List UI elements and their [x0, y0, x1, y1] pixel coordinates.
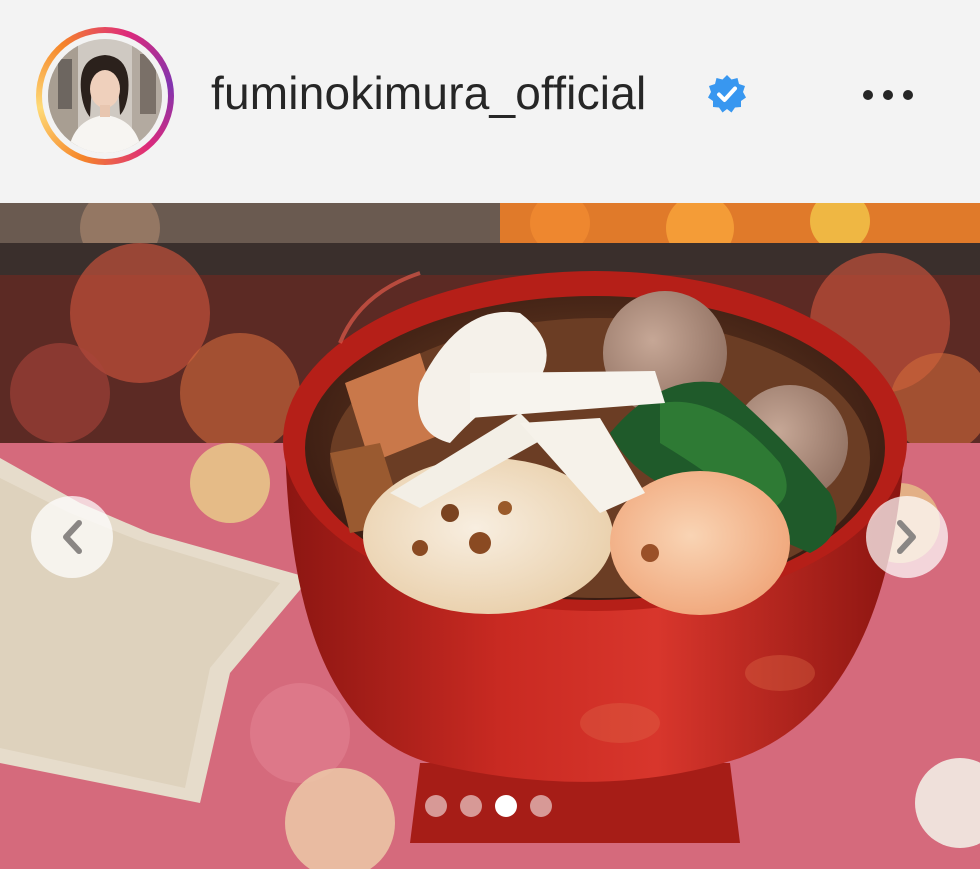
carousel-dot	[425, 795, 447, 817]
carousel-dot	[530, 795, 552, 817]
post-image[interactable]	[0, 203, 980, 869]
post-header: fuminokimura_official	[0, 0, 980, 203]
avatar[interactable]	[48, 39, 162, 153]
chevron-right-icon	[897, 520, 916, 554]
more-options-icon[interactable]	[858, 80, 918, 110]
carousel-dot	[460, 795, 482, 817]
carousel-indicator	[425, 795, 552, 817]
carousel-prev-button[interactable]	[31, 496, 113, 578]
carousel-dot-active	[495, 795, 517, 817]
verified-badge-icon	[706, 73, 748, 115]
chevron-left-icon	[63, 520, 82, 554]
story-ring[interactable]	[36, 27, 174, 165]
carousel-next-button[interactable]	[866, 496, 948, 578]
username[interactable]: fuminokimura_official	[211, 66, 646, 120]
